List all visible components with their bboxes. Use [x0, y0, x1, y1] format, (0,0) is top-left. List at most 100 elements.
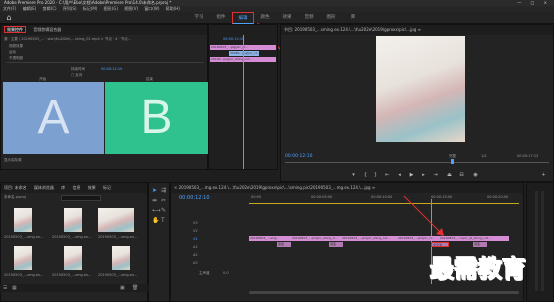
project-thumb-3[interactable] [98, 208, 134, 232]
project-item-name-3: 20190503_...umg.ex... [98, 235, 138, 239]
divider [6, 62, 204, 63]
project-thumb-6[interactable] [112, 246, 130, 270]
ripple-edit-icon[interactable]: ⇹ [152, 197, 157, 204]
v1-clip-1[interactable]: 20190503_...umg... [249, 236, 291, 241]
menu-help[interactable]: 帮助(H) [166, 6, 180, 11]
timeline-tab[interactable]: × 20190503_...mg.ex.124.\...\t\u202e\201… [171, 183, 523, 193]
project-search-input[interactable] [61, 195, 101, 201]
program-scrub-bar[interactable] [285, 162, 549, 163]
new-item-icon[interactable]: ▣ [120, 285, 125, 291]
effect-controls-timeline: 00:00:12:10 20190503_...jpg[pic_cl... 30… [208, 24, 278, 170]
transition-1[interactable]: 渐变 [277, 242, 291, 247]
duration-label: 持续时间 [71, 67, 85, 71]
project-item-name-6: 20190503_...umg.ex... [98, 273, 138, 277]
transition-2[interactable]: 渐变 [329, 242, 343, 247]
v1-clip-3[interactable]: 20190503_...pic[pic_shing_cut... [341, 236, 397, 241]
play-icon[interactable]: ▶ [408, 172, 415, 179]
track-v2[interactable]: V2 [193, 229, 198, 233]
go-to-out-icon[interactable]: ⇥ [432, 172, 439, 179]
project-item-name-4: 20190503_...umg.ex... [4, 273, 44, 277]
project-footer: ☰ ▦ ▣ 🗑 [0, 284, 148, 292]
go-to-in-icon[interactable]: ⇤ [384, 172, 391, 179]
transition-preview-a: A [3, 82, 104, 154]
transition-preview-b: B [105, 82, 208, 154]
timeline-timecode[interactable]: 00:00:12:10 [179, 195, 210, 201]
workspace-tab-libraries[interactable]: 库 [342, 12, 364, 24]
list-view-icon[interactable]: ☰ [3, 285, 7, 291]
menu-view[interactable]: 视图(V) [124, 6, 138, 11]
project-thumb-1[interactable] [14, 208, 32, 232]
step-back-icon[interactable]: ◂ [396, 172, 403, 179]
project-thumb-2[interactable] [64, 208, 82, 232]
mini-playhead[interactable] [243, 35, 244, 169]
duration-value[interactable]: 00:00:12:10 [101, 67, 122, 71]
workspace-tab-learn[interactable]: 学习 [188, 12, 210, 24]
tab-audio-clip-mixer[interactable]: 音频剪辑混合器 [33, 27, 61, 32]
export-frame-icon[interactable]: ◉ [472, 172, 479, 179]
track-v3[interactable]: V3 [193, 221, 198, 225]
add-button-icon[interactable]: + [540, 172, 547, 179]
menu-clip[interactable]: 剪辑(C) [43, 6, 57, 11]
mini-clip-transition[interactable]: 3008e...jpg[pic_cl... [229, 51, 259, 56]
track-a3[interactable]: A3 [193, 261, 198, 265]
program-monitor-tab[interactable]: 节目: 20190503_...sming.ex.124.\...\t\u202… [281, 25, 553, 35]
hand-tool-icon[interactable]: ✋ [152, 217, 159, 224]
lift-icon[interactable]: ⏏ [446, 172, 453, 179]
v1-clip-2[interactable]: 20190503_...pic[pic_shing_cl... [291, 236, 341, 241]
resolution-select[interactable]: 1/2 [481, 154, 487, 158]
timeline-scrollbar[interactable] [249, 291, 519, 294]
workspace-tab-assembly[interactable]: 组件 [210, 12, 232, 24]
step-forward-icon[interactable]: ▸ [420, 172, 427, 179]
tab-effect-controls[interactable]: 效果控件 [4, 26, 26, 33]
menu-marker[interactable]: 标记(M) [83, 6, 98, 11]
master-value[interactable]: 0.0 [223, 271, 229, 275]
workspace-tab-editing[interactable]: 编辑 [232, 12, 254, 24]
pen-tool-icon[interactable]: ✎ [161, 207, 166, 214]
menu-file[interactable]: 文件(F) [3, 6, 16, 11]
marker-icon[interactable]: ▾ [350, 172, 357, 179]
transition-4[interactable]: 渐变 [473, 242, 487, 247]
clip-path: 源 · 主要 \ 20190503_... · sion\t\u202e\...… [4, 37, 132, 41]
menu-sequence[interactable]: 序列(S) [63, 6, 77, 11]
motion-label[interactable]: 运动 [9, 50, 16, 55]
opacity-label[interactable]: 不透明度 [9, 56, 23, 61]
program-playhead[interactable] [451, 159, 454, 164]
selection-tool-icon[interactable]: ➤ [152, 187, 157, 194]
project-thumb-5[interactable] [64, 246, 82, 270]
track-a1[interactable]: A1 [193, 245, 198, 249]
workspace-tab-graphics[interactable]: 图形 [320, 12, 342, 24]
tab-effects[interactable]: 效果 [88, 185, 96, 190]
tab-markers[interactable]: 标记 [103, 185, 111, 190]
menu-edit[interactable]: 编辑(E) [23, 6, 37, 11]
extract-icon[interactable]: ⊟ [458, 172, 465, 179]
project-thumb-4[interactable] [14, 246, 32, 270]
tab-media-browser[interactable]: 媒体浏览器 [34, 185, 54, 190]
razor-tool-icon[interactable]: ✂ [161, 197, 166, 204]
in-point-icon[interactable]: { [362, 172, 369, 179]
track-v1[interactable]: V1 [193, 237, 198, 241]
type-tool-icon[interactable]: T [161, 217, 165, 224]
workspace-tab-audio[interactable]: 音频 [298, 12, 320, 24]
tab-info[interactable]: 信息 [72, 185, 80, 190]
effect-controls-timecode[interactable]: 00:00:12:10 [223, 37, 244, 41]
project-panel-tabs: 项目: 未命名 媒体浏览器 库 信息 效果 标记 [1, 183, 147, 193]
home-icon[interactable]: ⌂ [4, 13, 14, 23]
track-a2[interactable]: A2 [193, 253, 198, 257]
menu-graphics[interactable]: 图形(G) [104, 6, 118, 11]
project-item-name-2: 20190503_...umg.ex... [52, 235, 92, 239]
program-preview-image [376, 36, 465, 142]
menu-window[interactable]: 窗口(W) [144, 6, 159, 11]
tab-project[interactable]: 项目: 未命名 [4, 185, 27, 190]
delete-icon[interactable]: 🗑 [132, 285, 138, 291]
show-actual-sources[interactable]: 显示实际源 [4, 158, 22, 163]
program-timecode[interactable]: 00:00:12:10 [285, 154, 312, 159]
icon-view-icon[interactable]: ▦ [12, 285, 17, 291]
track-select-icon[interactable]: ⇶ [161, 187, 166, 194]
tab-libraries[interactable]: 库 [61, 185, 65, 190]
effect-controls-tabs: 效果控件 音频剪辑混合器 [1, 25, 207, 35]
transition-3[interactable]: 交叉溶 [431, 242, 449, 247]
slip-tool-icon[interactable]: ⟷ [152, 207, 161, 214]
reverse-checkbox[interactable]: □ 反向 [71, 73, 82, 78]
out-point-icon[interactable]: } [372, 172, 379, 179]
work-area-bar[interactable] [249, 203, 519, 204]
